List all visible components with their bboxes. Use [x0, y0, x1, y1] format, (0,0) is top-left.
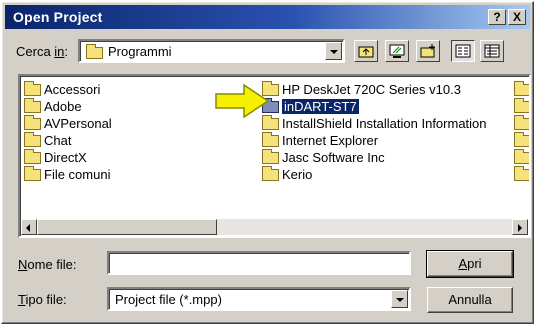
chevron-down-icon: [396, 298, 404, 302]
folder-icon: [262, 131, 279, 147]
list-item[interactable]: Kerio: [262, 165, 312, 183]
list-item[interactable]: AVPersonal: [24, 114, 112, 132]
scroll-left-button[interactable]: [21, 219, 37, 235]
up-folder-icon: [358, 46, 374, 58]
list-item-selected[interactable]: inDART-ST7: [262, 97, 359, 115]
list-item[interactable]: Accessori: [24, 80, 100, 98]
folder-icon: [514, 131, 529, 147]
folder-icon: [262, 165, 279, 181]
horizontal-scrollbar[interactable]: [21, 219, 528, 235]
look-in-dropdown-button[interactable]: [325, 42, 342, 60]
folder-icon: [24, 131, 41, 147]
list-item-partial[interactable]: [514, 148, 529, 166]
right-arrow-icon: [215, 83, 270, 119]
chevron-down-icon: [330, 50, 338, 54]
create-new-folder-button[interactable]: [416, 40, 440, 62]
new-folder-icon: [420, 44, 435, 58]
chevron-right-icon: [518, 224, 522, 232]
open-button[interactable]: Apri: [426, 250, 514, 278]
folder-icon: [86, 44, 103, 59]
list-item-partial[interactable]: [514, 97, 529, 115]
folder-icon: [24, 80, 41, 96]
look-in-label: Cerca in:: [16, 44, 69, 59]
window-title: Open Project: [13, 9, 103, 25]
file-type-dropdown-button[interactable]: [391, 290, 408, 308]
desktop-icon: [389, 44, 405, 58]
list-item[interactable]: Internet Explorer: [262, 131, 378, 149]
list-item[interactable]: Chat: [24, 131, 71, 149]
list-item[interactable]: File comuni: [24, 165, 110, 183]
chevron-left-icon: [26, 224, 30, 232]
file-type-select[interactable]: Project file (*.mpp): [107, 287, 411, 311]
list-item[interactable]: DirectX: [24, 148, 87, 166]
folder-icon: [262, 148, 279, 164]
file-list[interactable]: Accessori Adobe AVPersonal Chat DirectX …: [18, 74, 531, 238]
folder-icon: [514, 80, 529, 96]
scroll-thumb[interactable]: [37, 219, 217, 235]
list-view-button[interactable]: [451, 40, 475, 62]
file-name-input[interactable]: [107, 251, 411, 275]
folder-icon: [514, 97, 529, 113]
help-button[interactable]: ?: [488, 9, 506, 25]
list-item-partial[interactable]: [514, 131, 529, 149]
folder-icon: [24, 148, 41, 164]
look-in-value: Programmi: [108, 44, 172, 59]
list-view-icon: [455, 44, 471, 58]
folder-icon: [24, 114, 41, 130]
list-item-partial[interactable]: [514, 114, 529, 132]
list-item-partial[interactable]: [514, 80, 529, 98]
list-item-partial[interactable]: [514, 165, 529, 183]
close-button[interactable]: X: [508, 9, 526, 25]
folder-icon: [262, 114, 279, 130]
list-item[interactable]: Adobe: [24, 97, 82, 115]
folder-icon: [514, 148, 529, 164]
details-view-button[interactable]: [480, 40, 504, 62]
file-name-label: Nome file:: [18, 257, 77, 272]
up-one-level-button[interactable]: [354, 40, 378, 62]
cancel-button[interactable]: Annulla: [427, 287, 513, 313]
look-in-combo[interactable]: Programmi: [78, 39, 345, 63]
open-project-dialog: Open Project ? X Cerca in: Programmi Acc…: [1, 1, 534, 324]
folder-icon: [514, 165, 529, 181]
details-view-icon: [484, 44, 500, 58]
list-item[interactable]: InstallShield Installation Information: [262, 114, 487, 132]
title-bar[interactable]: Open Project ? X: [5, 5, 530, 29]
folder-icon: [24, 165, 41, 181]
list-item[interactable]: Jasc Software Inc: [262, 148, 385, 166]
folder-icon: [24, 97, 41, 113]
file-type-label: Tipo file:: [18, 292, 67, 307]
desktop-button[interactable]: [385, 40, 409, 62]
list-item[interactable]: HP DeskJet 720C Series v10.3: [262, 80, 461, 98]
folder-icon: [514, 114, 529, 130]
scroll-right-button[interactable]: [512, 219, 528, 235]
